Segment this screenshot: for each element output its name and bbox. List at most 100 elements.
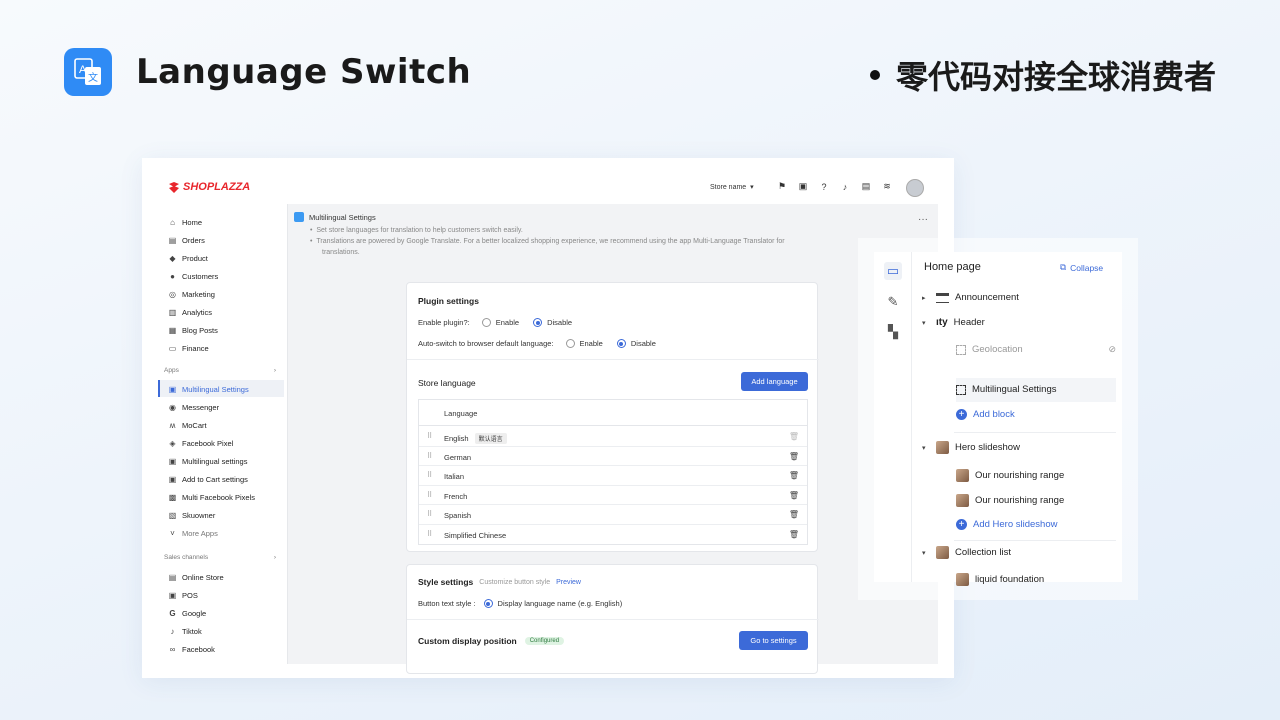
sidebar-item-tiktok[interactable]: ♪ Tiktok	[168, 623, 202, 639]
add-hero-slideshow-button[interactable]: + Add Hero slideshow	[956, 519, 1058, 530]
bell-icon[interactable]: ♪	[839, 182, 851, 192]
trash-icon[interactable]: 🗑	[789, 491, 799, 500]
plugin-settings-card: Plugin settings Enable plugin?: Enable D…	[406, 282, 819, 552]
home-icon: ⌂	[170, 217, 175, 227]
sidebar-item-facebook-pixel[interactable]: ◈ Facebook Pixel	[168, 435, 233, 451]
drag-handle-icon[interactable]: ⠿	[427, 452, 432, 460]
block-slide[interactable]: Our nourishing range	[956, 494, 1064, 507]
sidebar-item-product[interactable]: ◆ Product	[168, 250, 207, 266]
more-options-icon[interactable]: ···	[918, 214, 928, 225]
plugin-settings-title: Plugin settings	[418, 296, 479, 306]
collection-thumbnail	[936, 546, 949, 559]
default-badge: 默认语言	[474, 433, 507, 444]
sections-icon[interactable]: ▭	[884, 262, 902, 280]
sidebar-item-marketing[interactable]: ◎ Marketing	[168, 286, 215, 302]
shoplazza-logo[interactable]: SHOPLAZZA	[168, 181, 250, 193]
divider	[954, 540, 1116, 541]
apps-grid-icon[interactable]: ▚	[884, 323, 902, 341]
sidebar-item-pos[interactable]: ▣ POS	[168, 587, 198, 603]
eye-hidden-icon[interactable]: ⊘	[1108, 344, 1116, 355]
auto-enable-radio[interactable]: Enable	[565, 339, 603, 348]
enable-radio[interactable]: Enable	[481, 318, 519, 327]
bullet-dot	[869, 70, 880, 80]
sidebar-item-orders[interactable]: ▤ Orders	[168, 232, 205, 248]
sidebar-item-multi-facebook-pixels[interactable]: ▩ Multi Facebook Pixels	[168, 489, 255, 505]
table-row[interactable]: ⠿ Spanish 🗑	[419, 505, 807, 525]
sidebar-item-google[interactable]: G Google	[168, 605, 206, 621]
section-hero-slideshow[interactable]: ▾ Hero slideshow	[922, 441, 1020, 454]
add-language-button[interactable]: Add language	[741, 372, 808, 391]
sidebar-item-finance[interactable]: ▭ Finance	[168, 340, 209, 356]
help-icon[interactable]: ?	[818, 182, 830, 192]
block-multilingual-settings[interactable]: Multilingual Settings	[956, 384, 1057, 395]
chevron-down-icon: ˅	[170, 528, 175, 538]
sidebar-item-multilingual-settings-2[interactable]: ▣ Multilingual settings	[168, 453, 248, 469]
chat-icon[interactable]: ▤	[860, 181, 872, 192]
wifi-icon[interactable]: ≋	[881, 181, 893, 192]
apps-section-label[interactable]: Apps ›	[164, 367, 276, 374]
sidebar-item-customers[interactable]: ● Customers	[168, 268, 218, 284]
go-to-settings-button[interactable]: Go to settings	[739, 631, 808, 650]
table-row[interactable]: ⠿ English 默认语言 🗑	[419, 427, 807, 447]
caret-right-icon: ▸	[922, 294, 926, 302]
sidebar-item-analytics[interactable]: ▥ Analytics	[168, 304, 212, 320]
auto-disable-radio[interactable]: Disable	[616, 339, 656, 348]
drag-handle-icon[interactable]: ⠿	[427, 491, 432, 499]
announcement-icon	[936, 292, 949, 303]
table-row[interactable]: ⠿ French 🗑	[419, 486, 807, 505]
sidebar-item-home[interactable]: ⌂ Home	[168, 214, 202, 230]
block-icon	[956, 344, 966, 355]
disable-radio[interactable]: Disable	[533, 318, 572, 327]
sidebar-item-more-apps[interactable]: ˅ More Apps	[168, 525, 218, 541]
topbar-icons: ⚑ ▣ ? ♪ ▤ ≋	[776, 181, 893, 192]
divider	[407, 359, 819, 360]
block-geolocation[interactable]: Geolocation ⊘	[956, 344, 1116, 355]
collapse-button[interactable]: ⧉ Collapse	[1060, 262, 1103, 273]
sidebar-item-skuowner[interactable]: ▧ Skuowner	[168, 507, 216, 523]
plus-icon: +	[956, 409, 967, 420]
app-icon: ▣	[168, 384, 177, 394]
section-header[interactable]: ▾ ıty Header	[922, 317, 985, 328]
avatar[interactable]	[906, 179, 924, 197]
app-icon: ▣	[168, 456, 177, 466]
trash-icon[interactable]: 🗑	[789, 471, 799, 480]
brush-icon[interactable]: ✎	[884, 293, 902, 311]
section-announcement[interactable]: ▸ Announcement	[922, 292, 1019, 303]
sidebar-item-multilingual-settings[interactable]: ▣ Multilingual Settings	[168, 381, 249, 397]
drag-handle-icon[interactable]: ⠿	[427, 471, 432, 479]
sidebar-item-messenger[interactable]: ◉ Messenger	[168, 399, 219, 415]
drag-handle-icon[interactable]: ⠿	[427, 432, 432, 440]
user-icon: ●	[170, 271, 175, 281]
flag-icon[interactable]: ⚑	[776, 181, 788, 192]
meta-icon: ∞	[169, 644, 176, 654]
add-block-button[interactable]: + Add block	[956, 409, 1015, 420]
store-selector[interactable]: Store name ▾	[710, 183, 754, 191]
pixel-icon: ◈	[169, 438, 176, 448]
table-row[interactable]: ⠿ Italian 🗑	[419, 466, 807, 486]
table-row[interactable]: ⠿ German 🗑	[419, 447, 807, 466]
analytics-icon: ▥	[168, 307, 177, 317]
header-icon: ıty	[936, 317, 948, 328]
display-language-name-radio[interactable]: Display language name (e.g. English)	[483, 599, 622, 608]
sidebar-item-facebook[interactable]: ∞ Facebook	[168, 641, 215, 657]
block-collection-item[interactable]: liquid foundation	[956, 573, 1044, 586]
finance-icon: ▭	[168, 343, 177, 353]
trash-icon[interactable]: 🗑	[789, 510, 799, 519]
drag-handle-icon[interactable]: ⠿	[427, 530, 432, 538]
table-row[interactable]: ⠿ Simplified Chinese 🗑	[419, 525, 807, 545]
sidebar-item-online-store[interactable]: ▤ Online Store	[168, 569, 224, 585]
sidebar-item-mocart[interactable]: ʍ MoCart	[168, 417, 207, 433]
slideshow-thumbnail	[936, 441, 949, 454]
preview-link[interactable]: Preview	[556, 579, 581, 586]
sidebar-item-blog-posts[interactable]: ▦ Blog Posts	[168, 322, 218, 338]
store-icon[interactable]: ▣	[797, 181, 809, 192]
drag-handle-icon[interactable]: ⠿	[427, 510, 432, 518]
sales-channels-label[interactable]: Sales channels ›	[164, 554, 276, 561]
hero-title: Language Switch	[136, 52, 472, 92]
block-slide[interactable]: Our nourishing range	[956, 469, 1064, 482]
sidebar-item-add-to-cart[interactable]: ▣ Add to Cart settings	[168, 471, 248, 487]
trash-icon[interactable]: 🗑	[789, 530, 799, 539]
section-collection-list[interactable]: ▾ Collection list	[922, 546, 1011, 559]
tiktok-icon: ♪	[170, 626, 175, 636]
trash-icon[interactable]: 🗑	[789, 452, 799, 461]
